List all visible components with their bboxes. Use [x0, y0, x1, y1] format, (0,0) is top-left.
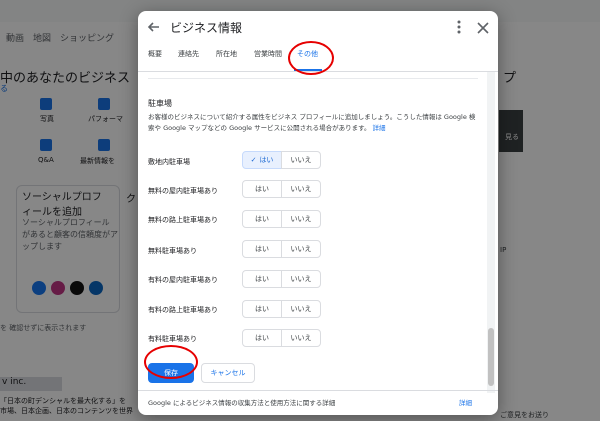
more-options-button[interactable] [452, 17, 466, 37]
tab-location[interactable]: 所在地 [216, 49, 237, 59]
learn-more-link[interactable]: 詳細 [373, 124, 386, 132]
yes-button[interactable]: はい [242, 210, 282, 228]
section-title: 駐車場 [148, 99, 172, 108]
footer-text: Google によるビジネス情報の収集方法と使用方法に関する詳細 [148, 399, 336, 407]
section-divider [148, 78, 478, 79]
yes-no-toggle: はい いいえ [242, 240, 322, 258]
attribute-label: 有料の屋内駐車場あり [148, 276, 218, 284]
attribute-label: 有料駐車場あり [148, 335, 197, 343]
close-icon [477, 22, 489, 34]
no-button[interactable]: いいえ [281, 300, 321, 318]
attribute-label: 敷地内駐車場 [148, 158, 190, 166]
attribute-label: 無料の路上駐車場あり [148, 216, 218, 224]
dialog-title: ビジネス情報 [170, 21, 243, 35]
attribute-label: 無料の屋内駐車場あり [148, 187, 218, 195]
arrow-back-icon [147, 22, 159, 32]
no-button[interactable]: いいえ [281, 240, 321, 258]
back-button[interactable] [144, 17, 164, 37]
no-button[interactable]: いいえ [281, 210, 321, 228]
dialog-content: 駐車場 お客様のビジネスについて紹介する属性をビジネス プロフィールに追加しまし… [138, 72, 487, 390]
section-description: お客様のビジネスについて紹介する属性をビジネス プロフィールに追加しましょう。こ… [148, 113, 476, 132]
yes-no-toggle: はい いいえ [242, 300, 322, 318]
dialog-header: ビジネス情報 [138, 11, 498, 43]
tab-contact[interactable]: 連絡先 [178, 49, 199, 59]
cancel-button[interactable]: キャンセル [201, 363, 255, 383]
footer-divider [138, 390, 498, 391]
check-icon: ✓ [250, 156, 257, 164]
close-button[interactable] [474, 17, 492, 37]
tab-hours[interactable]: 営業時間 [254, 49, 282, 59]
yes-no-toggle: はい いいえ [242, 329, 322, 347]
yes-no-toggle: はい いいえ [242, 180, 322, 198]
more-vert-icon [457, 20, 461, 34]
attribute-label: 無料駐車場あり [148, 247, 197, 255]
yes-button[interactable]: はい [242, 329, 282, 347]
yes-button[interactable]: はい [242, 180, 282, 198]
yes-button[interactable]: ✓ はい [242, 151, 282, 169]
yes-button[interactable]: はい [242, 240, 282, 258]
yes-button[interactable]: はい [242, 300, 282, 318]
yes-no-toggle: はい いいえ [242, 210, 322, 228]
business-info-dialog: ビジネス情報 概要 連絡先 所在地 営業時間 その他 駐車場 お客様のビジネスに… [138, 11, 498, 415]
no-button[interactable]: いいえ [281, 329, 321, 347]
yes-no-toggle: ✓ はい いいえ [242, 151, 322, 169]
no-button[interactable]: いいえ [281, 180, 321, 198]
scrollbar-thumb[interactable] [488, 328, 494, 386]
annotation-circle-tab [288, 41, 334, 75]
annotation-circle-save [144, 345, 198, 379]
yes-no-toggle: はい いいえ [242, 270, 322, 288]
attribute-label: 有料の路上駐車場あり [148, 306, 218, 314]
scrollbar[interactable] [487, 72, 495, 393]
tab-overview[interactable]: 概要 [148, 49, 162, 59]
yes-button[interactable]: はい [242, 270, 282, 288]
no-button[interactable]: いいえ [281, 270, 321, 288]
no-button[interactable]: いいえ [281, 151, 321, 169]
footer-details-link[interactable]: 詳細 [459, 397, 472, 407]
